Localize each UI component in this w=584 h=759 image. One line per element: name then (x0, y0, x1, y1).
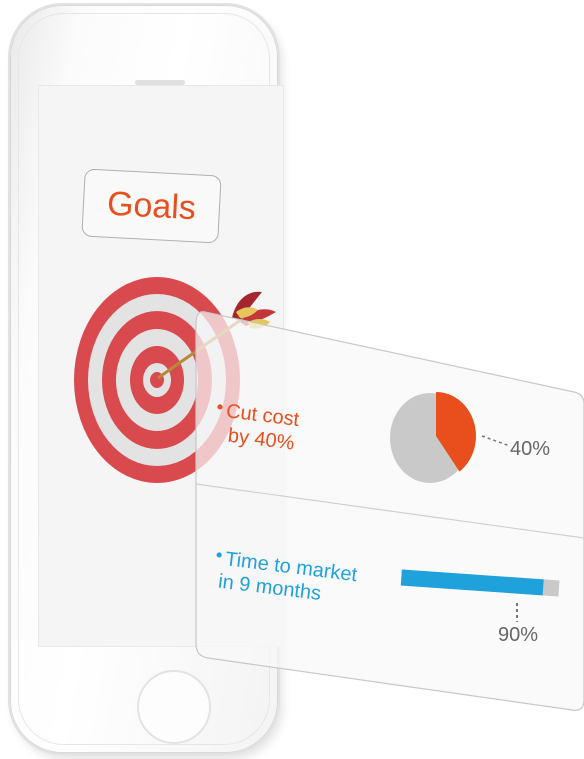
illustration: Goals ●Cut cost by 40% ●Time to market i… (0, 0, 584, 759)
goals-card (195, 311, 584, 711)
progress-value-label: 90% (498, 624, 539, 646)
pie-value-label: 40% (510, 438, 551, 460)
goal-cut-cost: ●Cut cost by 40% (215, 398, 301, 455)
